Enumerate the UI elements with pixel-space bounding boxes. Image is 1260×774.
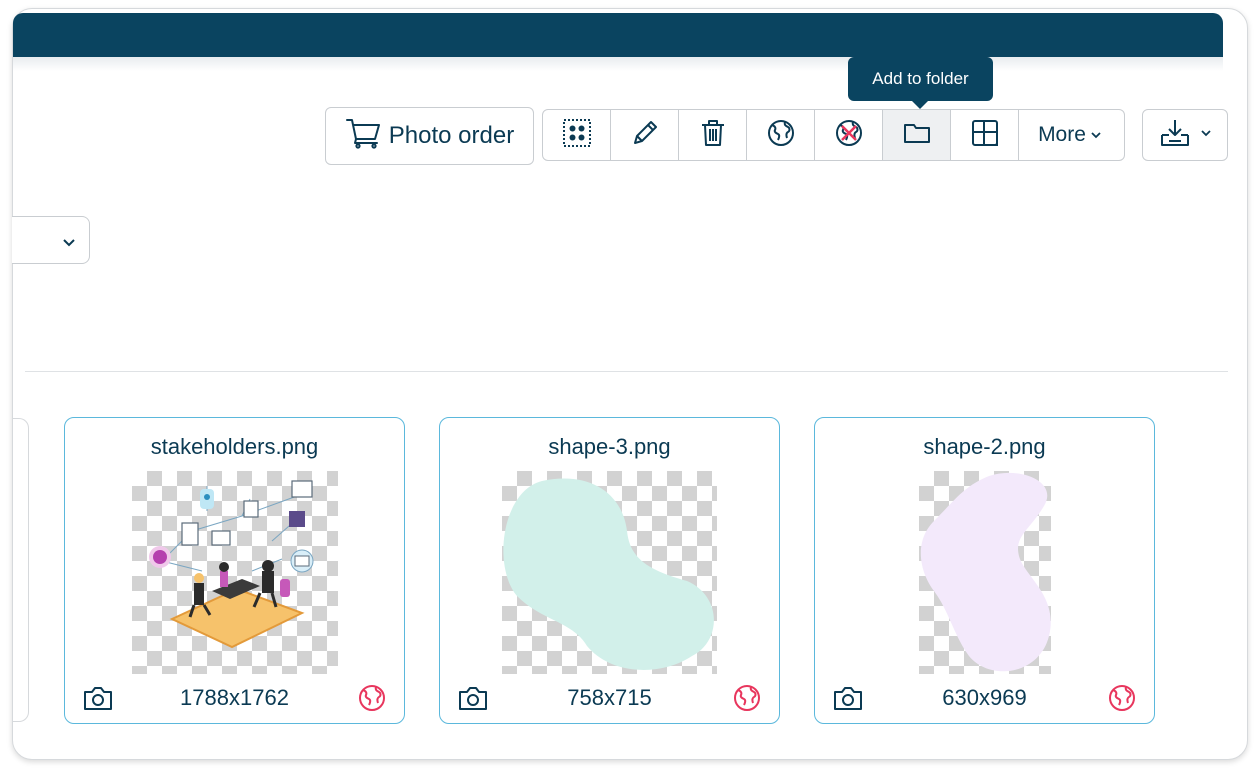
asset-title: shape-2.png: [923, 434, 1046, 459]
more-label: More: [1038, 123, 1086, 146]
asset-card[interactable]: stakeholders.png 1788x1762: [64, 417, 405, 724]
resize-button[interactable]: [951, 110, 1019, 160]
folder-icon: [902, 118, 932, 153]
photo-order-button[interactable]: Photo order: [325, 107, 534, 165]
download-icon: [1158, 117, 1192, 154]
download-button[interactable]: [1142, 109, 1228, 161]
more-menu-button[interactable]: More: [1019, 110, 1121, 160]
unpublish-button[interactable]: [815, 110, 883, 160]
asset-dimensions: 630x969: [942, 685, 1027, 710]
chevron-down-icon: [1200, 126, 1212, 144]
asset-dimensions: 758x715: [567, 685, 652, 710]
sort-select[interactable]: [12, 216, 90, 264]
asset-thumbnail[interactable]: [502, 471, 717, 674]
asset-title: stakeholders.png: [150, 434, 319, 459]
cart-icon: [345, 117, 381, 156]
globe-unpublish-icon: [834, 118, 864, 153]
tooltip-add-to-folder: Add to folder: [848, 57, 993, 109]
asset-dimensions: 1788x1762: [180, 685, 289, 710]
trash-icon: [698, 118, 728, 153]
globe-icon[interactable]: [1107, 683, 1137, 713]
asset-card[interactable]: shape-2.png 630x969: [814, 417, 1155, 724]
bulk-action-toolbar: More: [542, 109, 1125, 161]
edit-button[interactable]: [611, 110, 679, 160]
asset-thumbnail[interactable]: [132, 471, 338, 674]
add-to-folder-button[interactable]: [883, 110, 951, 160]
select-all-icon: [562, 118, 592, 153]
asset-card-partial[interactable]: [12, 418, 29, 722]
photo-order-label: Photo order: [388, 122, 515, 149]
delete-button[interactable]: [679, 110, 747, 160]
header-shadow: [13, 57, 1223, 71]
asset-thumbnail[interactable]: [919, 471, 1051, 674]
pencil-icon: [630, 118, 660, 153]
resize-icon: [970, 118, 1000, 153]
globe-icon[interactable]: [357, 683, 387, 713]
asset-title: shape-3.png: [548, 434, 671, 459]
globe-icon[interactable]: [732, 683, 762, 713]
chevron-down-icon: [1090, 123, 1102, 147]
section-divider: [25, 371, 1228, 372]
publish-button[interactable]: [747, 110, 815, 160]
top-header-bar: [13, 13, 1223, 57]
asset-card[interactable]: shape-3.png 758x715: [439, 417, 780, 724]
select-all-button[interactable]: [543, 110, 611, 160]
globe-icon: [766, 118, 796, 153]
